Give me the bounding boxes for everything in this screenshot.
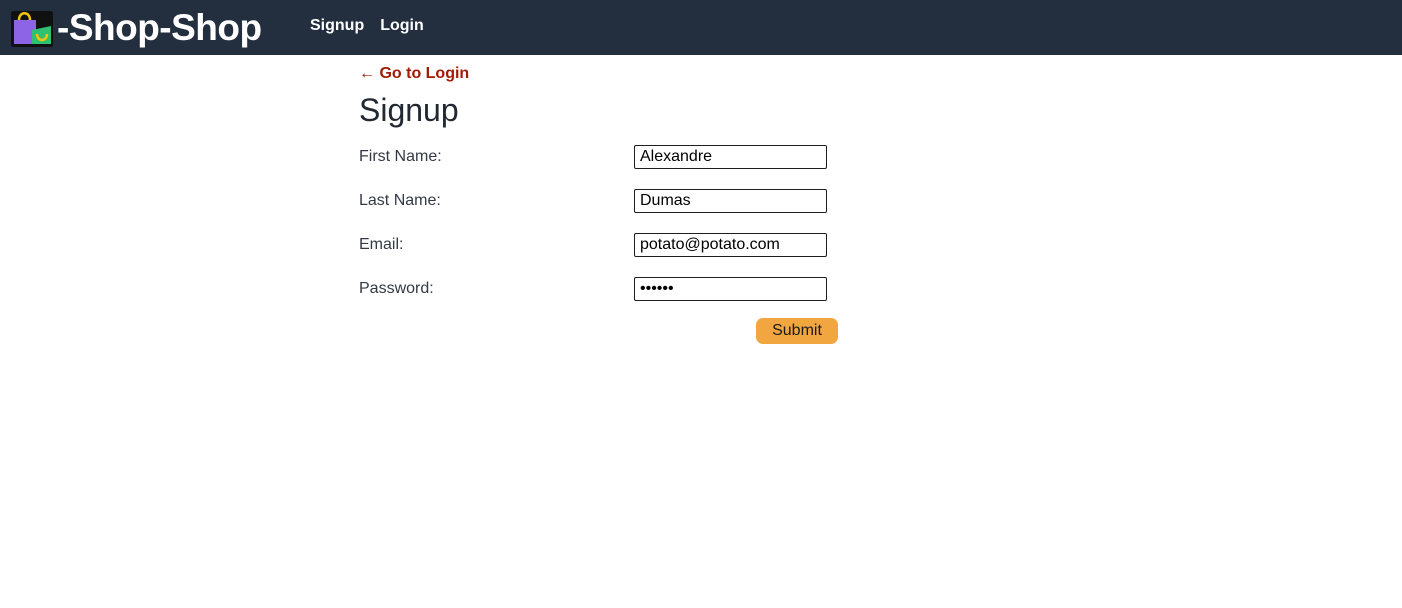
nav-signup-link[interactable]: Signup	[310, 17, 364, 35]
first-name-row: First Name:	[359, 142, 839, 186]
submit-button[interactable]: Submit	[756, 318, 838, 345]
go-to-login-link[interactable]: ← Go to Login	[359, 65, 469, 83]
first-name-label: First Name:	[359, 148, 442, 166]
shopping-bags-icon	[11, 11, 53, 47]
submit-row: Submit	[359, 318, 839, 348]
first-name-input[interactable]	[634, 145, 827, 170]
email-input[interactable]	[634, 233, 827, 258]
password-label: Password:	[359, 280, 434, 298]
main-nav: Signup Login	[310, 17, 424, 35]
brand-logo[interactable]: -Shop-Shop	[10, 4, 262, 50]
last-name-input[interactable]	[634, 189, 827, 214]
password-row: Password:	[359, 274, 839, 318]
last-name-row: Last Name:	[359, 186, 839, 230]
brand-name: -Shop-Shop	[57, 6, 262, 48]
top-navbar: -Shop-Shop Signup Login	[0, 0, 1402, 55]
page-title: Signup	[359, 92, 459, 128]
signup-container: ← Go to Login Signup First Name: Last Na…	[359, 62, 839, 348]
password-input[interactable]	[634, 277, 827, 302]
last-name-label: Last Name:	[359, 192, 441, 210]
nav-login-link[interactable]: Login	[380, 17, 424, 35]
email-row: Email:	[359, 230, 839, 274]
email-label: Email:	[359, 236, 404, 254]
signup-form: First Name: Last Name: Email: Password: …	[359, 142, 839, 348]
